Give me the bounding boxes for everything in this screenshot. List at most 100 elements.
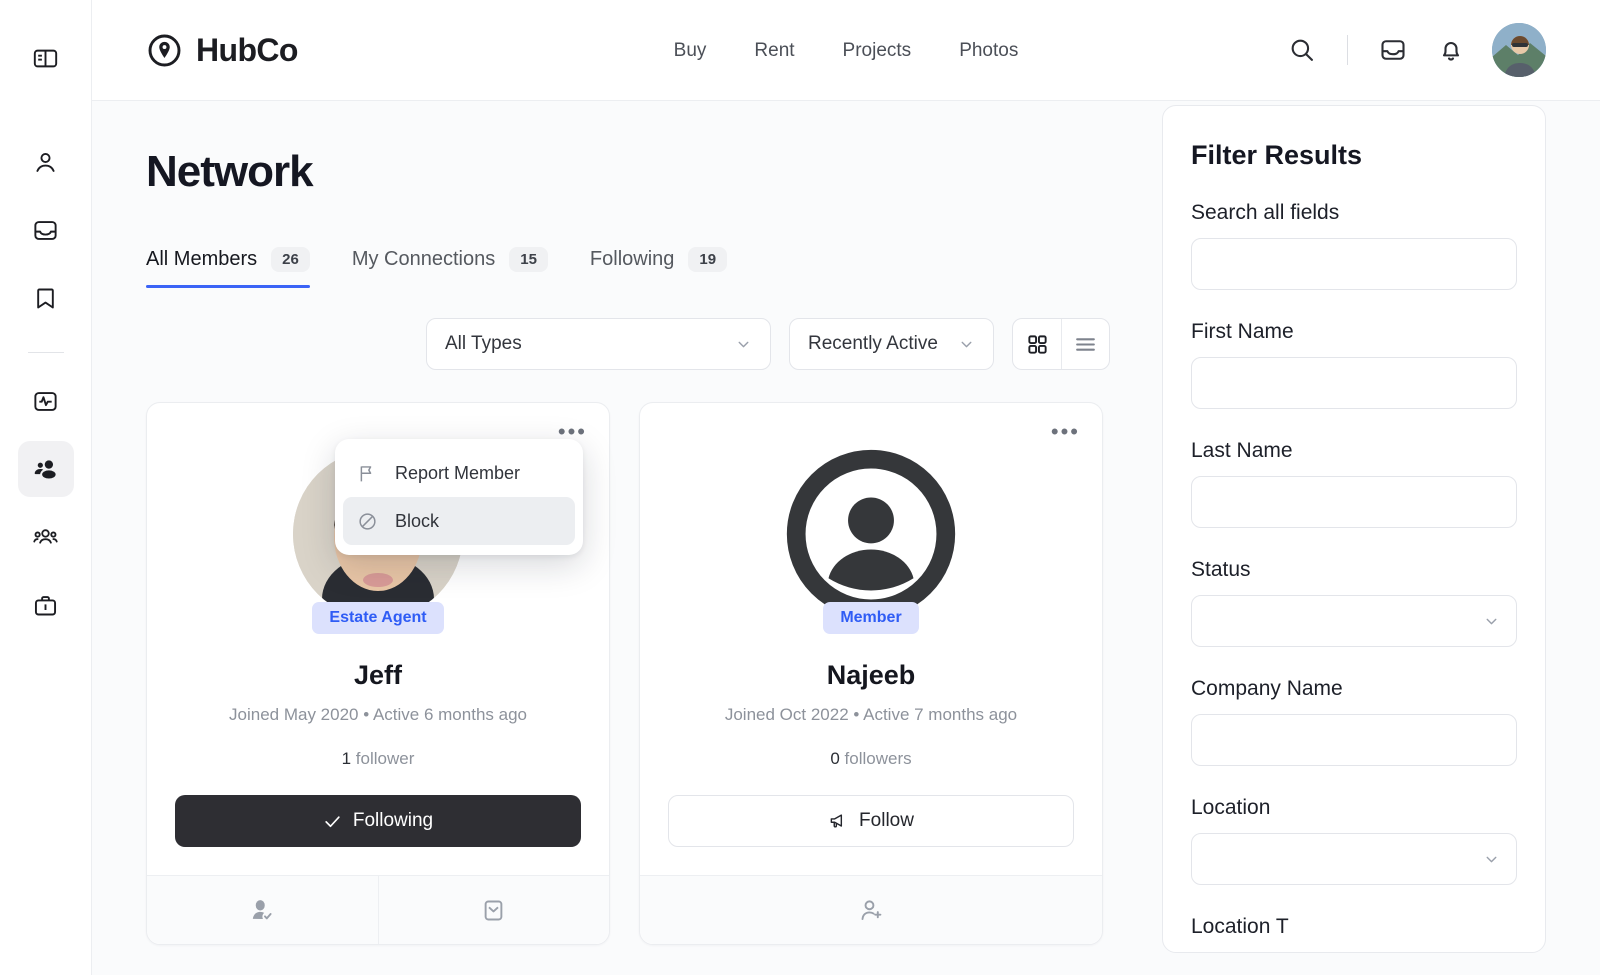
tab-count: 19 (688, 247, 728, 272)
filter-label-status: Status (1191, 558, 1251, 581)
last-name-input[interactable] (1191, 476, 1517, 528)
card-cta-area: Following (147, 769, 609, 875)
sort-select[interactable]: Recently Active (789, 318, 994, 370)
search-icon[interactable] (1285, 33, 1319, 67)
tab-following[interactable]: Following 19 (589, 247, 728, 288)
filter-label-company-name: Company Name (1191, 677, 1343, 700)
search-all-fields-input[interactable] (1191, 238, 1517, 290)
type-filter-value: All Types (445, 333, 522, 354)
list-view-icon[interactable] (1061, 319, 1109, 369)
flag-icon (357, 463, 378, 484)
app-root: HubCo Buy Rent Projects Photos Network A… (0, 0, 1600, 975)
sidebar-item-profile[interactable] (18, 134, 74, 190)
filter-label-last-name: Last Name (1191, 439, 1293, 462)
block-icon (357, 511, 378, 532)
envelope-icon[interactable] (377, 876, 610, 944)
followers-label: follower (355, 749, 415, 768)
member-badge: Member (823, 602, 919, 634)
sidebar-item-jobs[interactable] (18, 577, 74, 633)
top-header: HubCo Buy Rent Projects Photos (92, 0, 1600, 101)
menu-item-report-member[interactable]: Report Member (343, 449, 575, 497)
member-followers: 0 followers (830, 749, 911, 769)
filter-panel: Filter Results Search all fields First N… (1162, 105, 1546, 953)
activity-icon (32, 388, 59, 415)
left-rail (0, 0, 92, 975)
nav-item-photos[interactable]: Photos (959, 40, 1018, 62)
member-name: Najeeb (826, 660, 916, 690)
menu-item-label: Report Member (395, 462, 521, 483)
people-icon (32, 456, 59, 483)
tab-count: 15 (509, 247, 548, 272)
member-card-grid: ••• Report Member Block Estate Agent Jef… (146, 402, 1138, 945)
filter-label-location: Location (1191, 796, 1271, 819)
ellipsis-icon[interactable]: ••• (1051, 421, 1080, 443)
member-card[interactable]: ••• Member Najeeb Joined Oct 2022 • Acti… (639, 402, 1103, 945)
brand-logo[interactable]: HubCo (146, 32, 298, 69)
card-footer (147, 875, 609, 944)
nav-item-rent[interactable]: Rent (754, 40, 794, 62)
tab-count: 26 (271, 247, 310, 272)
sidebar-item-panel-toggle[interactable] (18, 30, 74, 86)
context-menu: Report Member Block (335, 439, 583, 555)
grid-view-icon[interactable] (1013, 319, 1061, 369)
follow-button[interactable]: Follow (668, 795, 1074, 847)
panel-toggle-icon (32, 45, 59, 72)
tab-label: All Members (146, 248, 258, 270)
followers-label: followers (844, 749, 912, 768)
chevron-down-icon (735, 336, 752, 353)
person-check-icon[interactable] (147, 876, 378, 944)
filter-panel-title: Filter Results (1191, 140, 1363, 170)
member-badge: Estate Agent (312, 602, 444, 634)
member-meta: Joined May 2020 • Active 6 months ago (229, 705, 527, 724)
location-select[interactable] (1191, 833, 1517, 885)
header-divider (1347, 35, 1348, 65)
briefcase-icon (32, 592, 59, 619)
main-column: HubCo Buy Rent Projects Photos Network A… (92, 0, 1600, 975)
type-filter-select[interactable]: All Types (426, 318, 771, 370)
group-icon (32, 524, 59, 551)
company-name-input[interactable] (1191, 714, 1517, 766)
nav-item-projects[interactable]: Projects (843, 40, 912, 62)
card-cta-area: Follow (640, 769, 1102, 875)
page-body: Network All Members 26 My Connections 15… (92, 101, 1600, 975)
filter-label-location-type: Location T (1191, 915, 1289, 938)
filter-label-first-name: First Name (1191, 320, 1294, 343)
megaphone-icon (828, 811, 848, 831)
chevron-down-icon (1483, 851, 1500, 868)
tab-my-connections[interactable]: My Connections 15 (352, 247, 548, 288)
tab-all-members[interactable]: All Members 26 (146, 247, 310, 288)
inbox-icon[interactable] (1376, 33, 1410, 67)
sidebar-divider (27, 352, 64, 353)
chevron-down-icon (958, 336, 975, 353)
view-toggle-group (1012, 318, 1110, 370)
nav-item-buy[interactable]: Buy (674, 40, 707, 62)
check-icon (323, 812, 342, 831)
following-button[interactable]: Following (175, 795, 581, 847)
member-meta: Joined Oct 2022 • Active 7 months ago (724, 705, 1018, 724)
member-card[interactable]: ••• Report Member Block Estate Agent Jef… (146, 402, 610, 945)
tab-label: Following (589, 248, 675, 270)
person-icon (32, 149, 59, 176)
followers-count: 0 (830, 749, 840, 768)
card-footer (640, 875, 1102, 944)
menu-item-label: Block (395, 510, 440, 531)
avatar[interactable] (1492, 23, 1546, 77)
first-name-input[interactable] (1191, 357, 1517, 409)
brand-name: HubCo (196, 31, 298, 68)
followers-count: 1 (341, 749, 352, 768)
menu-item-block[interactable]: Block (343, 497, 575, 545)
person-plus-icon[interactable] (640, 876, 1102, 944)
tab-label: My Connections (351, 248, 496, 270)
bell-icon[interactable] (1434, 33, 1468, 67)
sidebar-item-groups[interactable] (18, 509, 74, 565)
sidebar-item-network[interactable] (17, 441, 74, 497)
sidebar-item-inbox[interactable] (18, 202, 74, 258)
page-title: Network (146, 147, 314, 196)
sidebar-item-activity[interactable] (18, 373, 74, 429)
following-button-label: Following (352, 810, 434, 831)
sidebar-item-bookmarks[interactable] (18, 270, 74, 326)
tab-bar: All Members 26 My Connections 15 Followi… (146, 247, 1138, 288)
member-name: Jeff (353, 660, 402, 690)
status-select[interactable] (1191, 595, 1517, 647)
sort-value: Recently Active (808, 333, 938, 354)
